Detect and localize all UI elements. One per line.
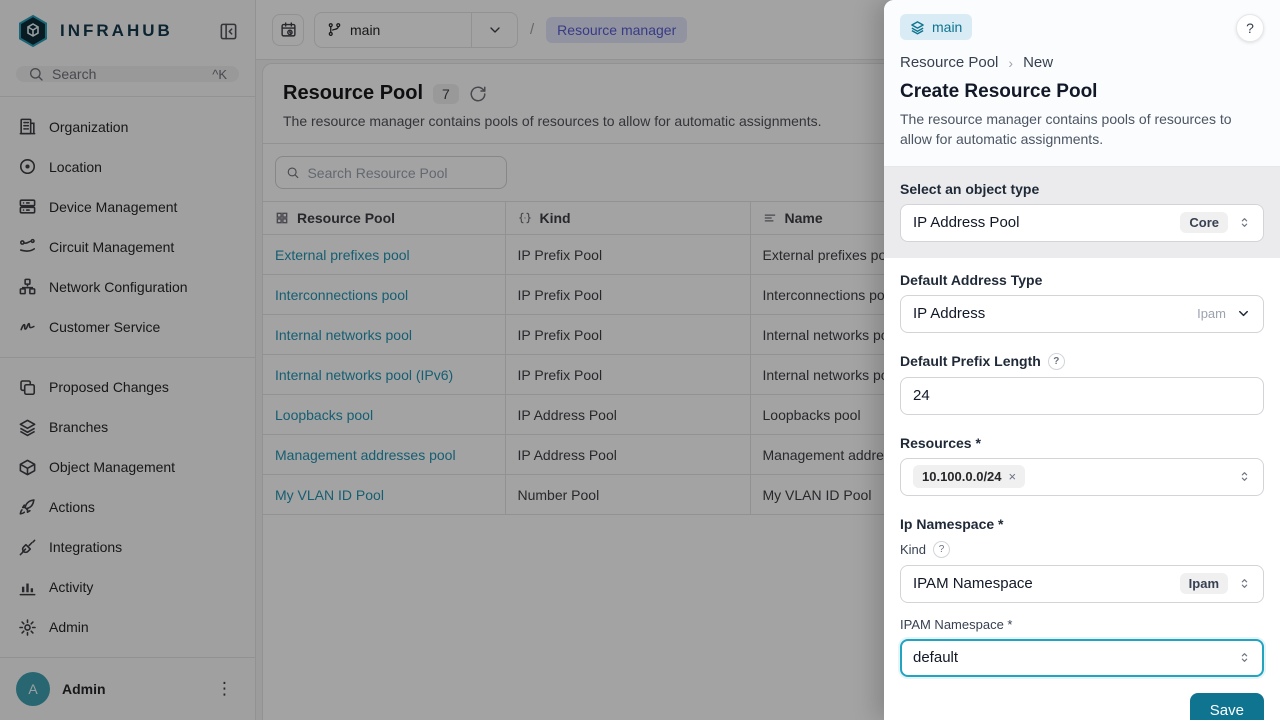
default-address-type-value: IP Address	[913, 305, 985, 322]
chevron-down-icon	[1236, 306, 1251, 321]
resource-chip-value: 10.100.0.0/24	[922, 469, 1002, 484]
chevrons-up-down-icon	[1238, 470, 1251, 483]
field-default-address-type: Default Address Type IP Address Ipam	[900, 272, 1264, 333]
resource-chip: 10.100.0.0/24 ×	[913, 465, 1025, 488]
kind-hint: Ipam	[1197, 306, 1226, 321]
field-ip-namespace: Ip Namespace * Kind ? IPAM Namespace Ipa…	[900, 516, 1264, 677]
core-badge: Core	[1180, 212, 1228, 233]
drawer-form: Default Address Type IP Address Ipam Def…	[884, 258, 1280, 720]
object-type-label: Select an object type	[900, 181, 1264, 197]
branch-badge-label: main	[932, 19, 962, 35]
object-type-value: IP Address Pool	[913, 214, 1019, 231]
save-button[interactable]: Save	[1190, 693, 1264, 720]
chevrons-up-down-icon	[1238, 651, 1251, 664]
save-row: Save	[900, 693, 1264, 720]
drawer-breadcrumb: Resource Pool › New	[900, 54, 1264, 71]
field-default-prefix-length: Default Prefix Length ? 24	[900, 353, 1264, 415]
branch-badge: main	[900, 14, 972, 40]
ipam-namespace-value: default	[913, 649, 958, 666]
ipam-badge: Ipam	[1180, 573, 1228, 594]
ip-namespace-label: Ip Namespace *	[900, 516, 1264, 532]
resources-multiselect[interactable]: 10.100.0.0/24 ×	[900, 458, 1264, 496]
kind-value: IPAM Namespace	[913, 575, 1033, 592]
help-button[interactable]: ?	[1236, 14, 1264, 42]
field-label: Default Prefix Length	[900, 353, 1041, 369]
field-label: Default Address Type	[900, 272, 1264, 288]
chevrons-up-down-icon	[1238, 216, 1251, 229]
chip-remove-icon[interactable]: ×	[1009, 469, 1017, 484]
help-tooltip-icon[interactable]: ?	[933, 541, 950, 558]
field-label: Resources *	[900, 435, 1264, 451]
drawer-description: The resource manager contains pools of r…	[900, 109, 1264, 150]
object-type-select[interactable]: IP Address Pool Core	[900, 204, 1264, 242]
layers-icon	[910, 20, 925, 35]
create-resource-pool-drawer: main ? Resource Pool › New Create Resour…	[884, 0, 1280, 720]
chevron-right-icon: ›	[1008, 55, 1013, 71]
drawer-title: Create Resource Pool	[900, 81, 1264, 103]
default-address-type-select[interactable]: IP Address Ipam	[900, 295, 1264, 333]
kind-label: Kind	[900, 542, 926, 557]
ipam-namespace-label: IPAM Namespace *	[900, 617, 1012, 632]
field-resources: Resources * 10.100.0.0/24 ×	[900, 435, 1264, 496]
chevrons-up-down-icon	[1238, 577, 1251, 590]
object-type-section: Select an object type IP Address Pool Co…	[884, 167, 1280, 258]
breadcrumb-parent[interactable]: Resource Pool	[900, 54, 998, 71]
drawer-header: main ? Resource Pool › New Create Resour…	[884, 0, 1280, 167]
kind-select[interactable]: IPAM Namespace Ipam	[900, 565, 1264, 603]
breadcrumb-current: New	[1023, 54, 1053, 71]
default-prefix-length-value: 24	[913, 387, 930, 404]
ipam-namespace-select[interactable]: default	[900, 639, 1264, 677]
default-prefix-length-input[interactable]: 24	[900, 377, 1264, 415]
help-tooltip-icon[interactable]: ?	[1048, 353, 1065, 370]
